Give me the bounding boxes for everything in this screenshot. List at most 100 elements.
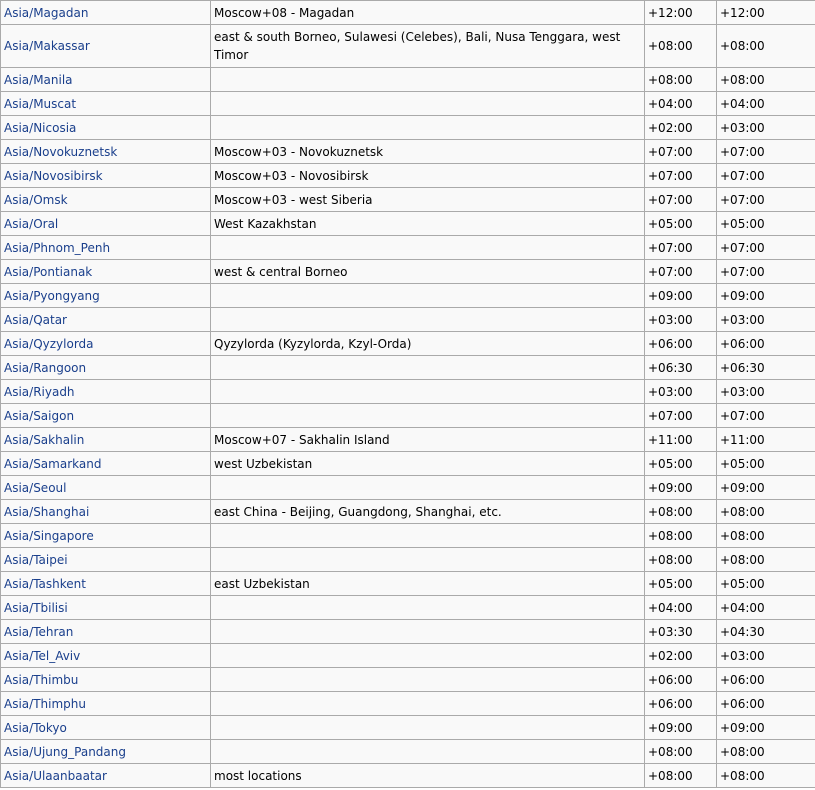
table-row: Asia/Ulaanbaatar most locations +08:00 +08:… [0,763,815,788]
tz-name-cell: Asia/Tokyo [0,715,211,740]
tz-name-link[interactable]: Asia/Samarkand [4,457,101,471]
tz-name-link[interactable]: Asia/Novosibirsk [4,169,103,183]
tz-name-link[interactable]: Asia/Nicosia [4,121,76,135]
tz-comment-cell [210,115,645,140]
tz-name-link[interactable]: Asia/Magadan [4,6,88,20]
table-row: Asia/Singapore +08:00 +08:00 [0,523,815,548]
utc-dst-offset-cell: +08:00 [716,739,815,764]
utc-dst-offset-cell: +09:00 [716,283,815,308]
tz-name-cell: Asia/Pyongyang [0,283,211,308]
utc-offset-cell: +04:00 [644,91,717,116]
tz-name-link[interactable]: Asia/Tokyo [4,721,67,735]
tz-comment-cell [210,643,645,668]
tz-name-cell: Asia/Pontianak [0,259,211,284]
tz-name-link[interactable]: Asia/Taipei [4,553,68,567]
tz-name-cell: Asia/Nicosia [0,115,211,140]
tz-name-link[interactable]: Asia/Ulaanbaatar [4,769,107,783]
tz-name-link[interactable]: Asia/Qyzylorda [4,337,94,351]
table-row: Asia/Novosibirsk Moscow+03 - Novosibirsk +… [0,163,815,188]
tz-name-link[interactable]: Asia/Makassar [4,39,90,53]
tz-name-link[interactable]: Asia/Tbilisi [4,601,68,615]
tz-name-cell: Asia/Qatar [0,307,211,332]
table-row: Asia/Ujung_Pandang +08:00 +08:00 [0,739,815,764]
utc-offset-cell: +03:00 [644,379,717,404]
utc-offset-cell: +05:00 [644,451,717,476]
tz-name-link[interactable]: Asia/Saigon [4,409,74,423]
tz-name-cell: Asia/Seoul [0,475,211,500]
tz-name-cell: Asia/Magadan [0,0,211,25]
table-row: Asia/Magadan Moscow+08 - Magadan +12:00 +12… [0,0,815,25]
tz-name-link[interactable]: Asia/Pontianak [4,265,92,279]
utc-dst-offset-cell: +08:00 [716,499,815,524]
tz-name-cell: Asia/Muscat [0,91,211,116]
tz-name-link[interactable]: Asia/Oral [4,217,58,231]
table-row: Asia/Tokyo +09:00 +09:00 [0,715,815,740]
table-row: Asia/Omsk Moscow+03 - west Siberia +07:00 +… [0,187,815,212]
table-row: Asia/Nicosia +02:00 +03:00 [0,115,815,140]
utc-offset-cell: +08:00 [644,763,717,788]
utc-dst-offset-cell: +05:00 [716,571,815,596]
utc-offset-cell: +08:00 [644,499,717,524]
table-row: Asia/Pontianak west & central Borneo +07:0… [0,259,815,284]
tz-comment-cell: Moscow+08 - Magadan [210,0,645,25]
utc-dst-offset-cell: +03:00 [716,115,815,140]
tz-comment-cell: Moscow+07 - Sakhalin Island [210,427,645,452]
tz-name-link[interactable]: Asia/Sakhalin [4,433,84,447]
tz-name-cell: Asia/Manila [0,67,211,92]
tz-name-cell: Asia/Ulaanbaatar [0,763,211,788]
tz-name-link[interactable]: Asia/Novokuznetsk [4,145,117,159]
tz-comment-cell: west & central Borneo [210,259,645,284]
tz-name-link[interactable]: Asia/Manila [4,73,73,87]
tz-name-link[interactable]: Asia/Omsk [4,193,68,207]
tz-name-link[interactable]: Asia/Muscat [4,97,76,111]
tz-comment-cell [210,715,645,740]
tz-name-link[interactable]: Asia/Thimphu [4,697,86,711]
utc-offset-cell: +05:00 [644,571,717,596]
table-row: Asia/Pyongyang +09:00 +09:00 [0,283,815,308]
tz-name-link[interactable]: Asia/Riyadh [4,385,75,399]
tz-name-cell: Asia/Samarkand [0,451,211,476]
tz-name-cell: Asia/Tel_Aviv [0,643,211,668]
utc-dst-offset-cell: +07:00 [716,403,815,428]
tz-name-link[interactable]: Asia/Singapore [4,529,94,543]
tz-name-link[interactable]: Asia/Tashkent [4,577,86,591]
tz-comment-cell [210,283,645,308]
table-row: Asia/Oral West Kazakhstan +05:00 +05:00 [0,211,815,236]
tz-comment-cell [210,307,645,332]
table-row: Asia/Muscat +04:00 +04:00 [0,91,815,116]
utc-offset-cell: +02:00 [644,643,717,668]
tz-name-link[interactable]: Asia/Tehran [4,625,73,639]
tz-name-link[interactable]: Asia/Seoul [4,481,66,495]
tz-comment-cell [210,523,645,548]
utc-dst-offset-cell: +05:00 [716,211,815,236]
tz-comment-cell: east Uzbekistan [210,571,645,596]
utc-offset-cell: +05:00 [644,211,717,236]
tz-comment-cell [210,619,645,644]
utc-offset-cell: +06:00 [644,691,717,716]
tz-name-link[interactable]: Asia/Shanghai [4,505,89,519]
utc-dst-offset-cell: +08:00 [716,547,815,572]
tz-name-link[interactable]: Asia/Ujung_Pandang [4,745,126,759]
tz-name-cell: Asia/Riyadh [0,379,211,404]
utc-offset-cell: +06:00 [644,331,717,356]
timezone-table-body: Asia/Magadan Moscow+08 - Magadan +12:00 +12… [0,0,815,788]
utc-dst-offset-cell: +11:00 [716,427,815,452]
utc-dst-offset-cell: +04:30 [716,619,815,644]
tz-name-cell: Asia/Shanghai [0,499,211,524]
utc-offset-cell: +07:00 [644,259,717,284]
tz-comment-cell: Moscow+03 - Novokuznetsk [210,139,645,164]
tz-name-cell: Asia/Rangoon [0,355,211,380]
tz-name-link[interactable]: Asia/Tel_Aviv [4,649,80,663]
utc-dst-offset-cell: +04:00 [716,595,815,620]
tz-name-link[interactable]: Asia/Qatar [4,313,67,327]
utc-offset-cell: +08:00 [644,67,717,92]
tz-name-cell: Asia/Taipei [0,547,211,572]
utc-dst-offset-cell: +07:00 [716,139,815,164]
tz-name-link[interactable]: Asia/Rangoon [4,361,86,375]
tz-name-link[interactable]: Asia/Thimbu [4,673,78,687]
utc-dst-offset-cell: +07:00 [716,235,815,260]
utc-offset-cell: +12:00 [644,0,717,25]
tz-name-link[interactable]: Asia/Pyongyang [4,289,100,303]
tz-comment-cell [210,379,645,404]
tz-name-link[interactable]: Asia/Phnom_Penh [4,241,110,255]
